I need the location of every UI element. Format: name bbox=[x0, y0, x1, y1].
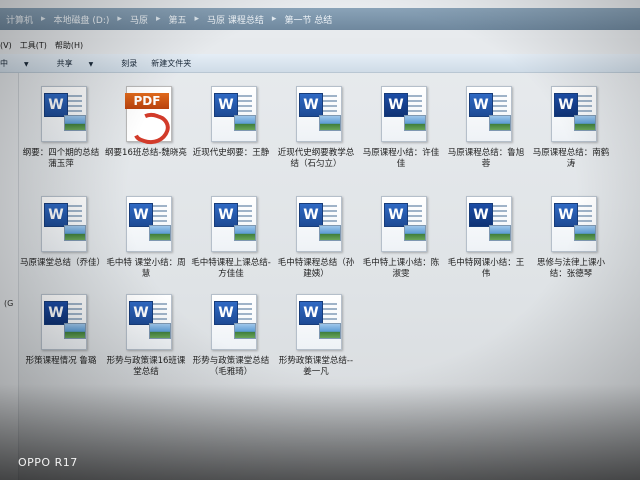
include-label: 中 bbox=[0, 58, 8, 68]
word-document-icon: W bbox=[33, 82, 89, 144]
file-name-label: 形势与政策课16班课堂总结 bbox=[106, 356, 186, 377]
file-name-label: 马原课程总结：鲁旭蓉 bbox=[447, 148, 525, 169]
file-item[interactable]: W 近现代史纲要教学总结（石匀立） bbox=[273, 82, 359, 170]
file-name-label: 纲要：四个期的总结 蒲玉萍 bbox=[22, 148, 100, 169]
breadcrumb-1[interactable]: 计算机 bbox=[0, 13, 39, 26]
file-name-label: 马原课程小结：许佳佳 bbox=[362, 148, 440, 169]
file-name-label: 毛中特课程总结（孙建姨） bbox=[277, 258, 355, 279]
file-item[interactable]: W 毛中特上课小结：陈淑雯 bbox=[358, 192, 444, 280]
word-document-icon: W bbox=[203, 290, 259, 352]
file-item[interactable]: W 马原课程总结：南鹤涛 bbox=[528, 82, 614, 170]
word-document-icon: W bbox=[288, 290, 344, 352]
breadcrumb-sep-icon: ▸ bbox=[155, 14, 161, 24]
word-document-icon: W bbox=[118, 192, 174, 254]
breadcrumb-sep-icon: ▸ bbox=[117, 14, 122, 24]
chevron-down-icon: ▼ bbox=[24, 60, 29, 68]
breadcrumb-6[interactable]: 第一节 总结 bbox=[278, 13, 338, 26]
word-document-icon: W bbox=[373, 82, 429, 144]
word-document-icon: W bbox=[458, 82, 514, 144]
pdf-file-icon: PDF bbox=[118, 82, 174, 150]
word-document-icon: W bbox=[458, 192, 514, 254]
file-name-label: 思修与法律上课小结：张德琴 bbox=[536, 258, 605, 279]
breadcrumb-3[interactable]: 马原 bbox=[124, 13, 154, 26]
breadcrumb-sep-icon: ▸ bbox=[41, 14, 46, 24]
file-name-label: 毛中特 课堂小结：周慧 bbox=[106, 258, 186, 279]
file-name-label: 马原课程总结：南鹤涛 bbox=[532, 148, 610, 169]
file-item[interactable]: W 马原课程总结：鲁旭蓉 bbox=[443, 82, 529, 170]
file-item[interactable]: W 近现代史纲要：王静 bbox=[188, 82, 274, 159]
camera-watermark: OPPO R17 bbox=[18, 456, 78, 469]
word-document-icon: W bbox=[203, 82, 259, 144]
word-document-icon: W bbox=[118, 290, 174, 352]
word-document-icon: W bbox=[288, 192, 344, 254]
file-name-label: 近现代史纲要：王静 bbox=[192, 148, 270, 158]
file-name-label: 近现代史纲要教学总结（石匀立） bbox=[277, 148, 355, 169]
menu-view[interactable]: (V) bbox=[0, 41, 20, 50]
breadcrumb-5[interactable]: 马原 课程总结 bbox=[201, 13, 270, 26]
menu-bar: (V) 工具(T) 帮助(H) bbox=[0, 38, 640, 52]
file-name-label: 毛中特网课小结：王伟 bbox=[447, 258, 525, 279]
file-name-label: 形势政策课堂总结--姜一凡 bbox=[278, 356, 354, 377]
word-document-icon: W bbox=[543, 82, 599, 144]
file-item[interactable]: W 纲要：四个期的总结 蒲玉萍 bbox=[18, 82, 104, 170]
menu-tools[interactable]: 工具(T) bbox=[20, 40, 55, 51]
navigation-pane[interactable]: (G bbox=[0, 73, 19, 480]
breadcrumb-sep-icon: ▸ bbox=[194, 14, 200, 24]
file-item[interactable]: W 形策课程情况 鲁璐 bbox=[18, 290, 104, 367]
breadcrumb-2[interactable]: 本地磁盘 (D:) bbox=[48, 13, 116, 26]
word-document-icon: W bbox=[543, 192, 599, 254]
menu-help[interactable]: 帮助(H) bbox=[55, 40, 91, 51]
command-toolbar: 中 ▼ 共享 ▼ 刻录 新建文件夹 bbox=[0, 54, 640, 73]
file-name-label: 马原课堂总结（乔佳） bbox=[20, 258, 106, 268]
file-item[interactable]: W 形势政策课堂总结--姜一凡 bbox=[273, 290, 359, 378]
file-name-label: 毛中特课程上课总结-方佳佳 bbox=[191, 258, 271, 279]
word-document-icon: W bbox=[288, 82, 344, 144]
word-document-icon: W bbox=[33, 192, 89, 254]
file-item[interactable]: W 毛中特课程总结（孙建姨） bbox=[273, 192, 359, 280]
word-document-icon: W bbox=[203, 192, 259, 254]
address-bar[interactable]: 计算机 ▸ 本地磁盘 (D:) ▸ 马原 ▸ 第五 ▸ 马原 课程总结 ▸ 第一节 总结 bbox=[0, 8, 640, 30]
file-name-label: 形势与政策课堂总结（毛雅琦） bbox=[192, 356, 270, 377]
file-item[interactable]: W 马原课程小结：许佳佳 bbox=[358, 82, 444, 170]
file-name-label: 纲要16班总结-魏晓亮 bbox=[105, 148, 187, 158]
file-name-label: 形策课程情况 鲁璐 bbox=[25, 356, 97, 366]
explorer-window: 计算机 ▸ 本地磁盘 (D:) ▸ 马原 ▸ 第五 ▸ 马原 课程总结 ▸ 第一节 总结 … bbox=[0, 0, 640, 480]
file-item[interactable]: W 毛中特 课堂小结：周慧 bbox=[103, 192, 189, 280]
file-item[interactable]: W 形势与政策课堂总结（毛雅琦） bbox=[188, 290, 274, 378]
file-item[interactable]: W 马原课堂总结（乔佳） bbox=[18, 192, 106, 269]
include-in-library-button[interactable]: 中 ▼ bbox=[0, 58, 57, 69]
word-document-icon: W bbox=[373, 192, 429, 254]
file-item[interactable]: W 毛中特课程上课总结-方佳佳 bbox=[188, 192, 274, 280]
file-item[interactable]: W 形势与政策课16班课堂总结 bbox=[103, 290, 189, 378]
share-button[interactable]: 共享 ▼ bbox=[57, 58, 122, 69]
burn-button[interactable]: 刻录 bbox=[121, 58, 151, 69]
file-item[interactable]: W 毛中特网课小结：王伟 bbox=[443, 192, 529, 280]
share-label: 共享 bbox=[56, 58, 73, 68]
word-document-icon: W bbox=[33, 290, 89, 352]
file-item[interactable]: W 思修与法律上课小结：张德琴 bbox=[528, 192, 614, 280]
new-folder-button[interactable]: 新建文件夹 bbox=[151, 58, 205, 69]
breadcrumb-4[interactable]: 第五 bbox=[162, 13, 192, 26]
chevron-down-icon: ▼ bbox=[88, 60, 94, 68]
nav-pane-text: (G bbox=[4, 299, 14, 308]
breadcrumb-sep-icon: ▸ bbox=[271, 14, 277, 24]
file-name-label: 毛中特上课小结：陈淑雯 bbox=[362, 258, 440, 279]
file-item[interactable]: PDF 纲要16班总结-魏晓亮 bbox=[103, 82, 189, 159]
